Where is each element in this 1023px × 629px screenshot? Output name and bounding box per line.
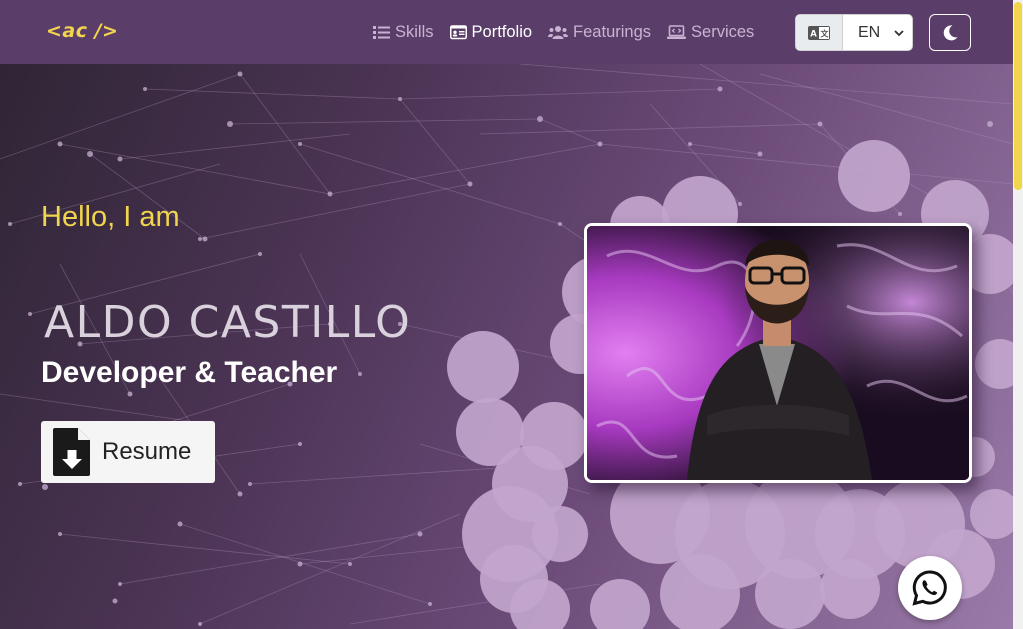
whatsapp-icon xyxy=(912,570,947,606)
laptop-code-icon xyxy=(667,24,687,39)
hero-section: Hello, I am ALDO CASTILLO Developer & Te… xyxy=(0,64,1013,629)
hero-role: Developer & Teacher xyxy=(41,356,338,389)
brand-logo[interactable]: <ac /> xyxy=(46,20,118,42)
profile-photo xyxy=(584,223,972,483)
nav-item-label: Portfolio xyxy=(471,22,533,41)
nav-item-featurings[interactable]: Featurings xyxy=(548,23,651,42)
nav-item-label: Services xyxy=(691,22,755,41)
nav-item-label: Skills xyxy=(395,22,434,41)
nav-item-label: Featurings xyxy=(573,22,652,41)
page: <ac /> Skills Portfolio Featurings Servi… xyxy=(0,0,1013,629)
svg-text:文: 文 xyxy=(821,28,830,38)
file-download-icon xyxy=(53,428,90,476)
resume-label: Resume xyxy=(102,438,192,465)
language-value[interactable]: EN xyxy=(843,15,912,50)
svg-text:A: A xyxy=(810,29,817,39)
translate-icon: A 文 xyxy=(796,15,843,50)
users-icon xyxy=(548,25,569,39)
moon-icon xyxy=(943,24,958,40)
page-scrollbar[interactable] xyxy=(1013,0,1023,629)
chevron-down-icon xyxy=(894,29,904,36)
id-card-icon xyxy=(449,24,467,39)
nav-links: Skills Portfolio Featurings Services xyxy=(373,0,754,64)
language-select[interactable]: A 文 EN xyxy=(795,14,913,51)
list-icon xyxy=(373,25,390,39)
nav-item-services[interactable]: Services xyxy=(667,23,754,42)
scrollbar-thumb[interactable] xyxy=(1014,2,1022,190)
navbar: <ac /> Skills Portfolio Featurings Servi… xyxy=(0,0,1013,64)
resume-button[interactable]: Resume xyxy=(41,421,215,483)
hero-name: ALDO CASTILLO xyxy=(44,297,412,348)
hero-greeting: Hello, I am xyxy=(41,201,180,233)
nav-item-portfolio[interactable]: Portfolio xyxy=(449,22,533,42)
language-selected: EN xyxy=(858,23,881,41)
theme-toggle-button[interactable] xyxy=(929,14,971,51)
nav-item-skills[interactable]: Skills xyxy=(373,23,434,42)
whatsapp-button[interactable] xyxy=(898,556,962,620)
